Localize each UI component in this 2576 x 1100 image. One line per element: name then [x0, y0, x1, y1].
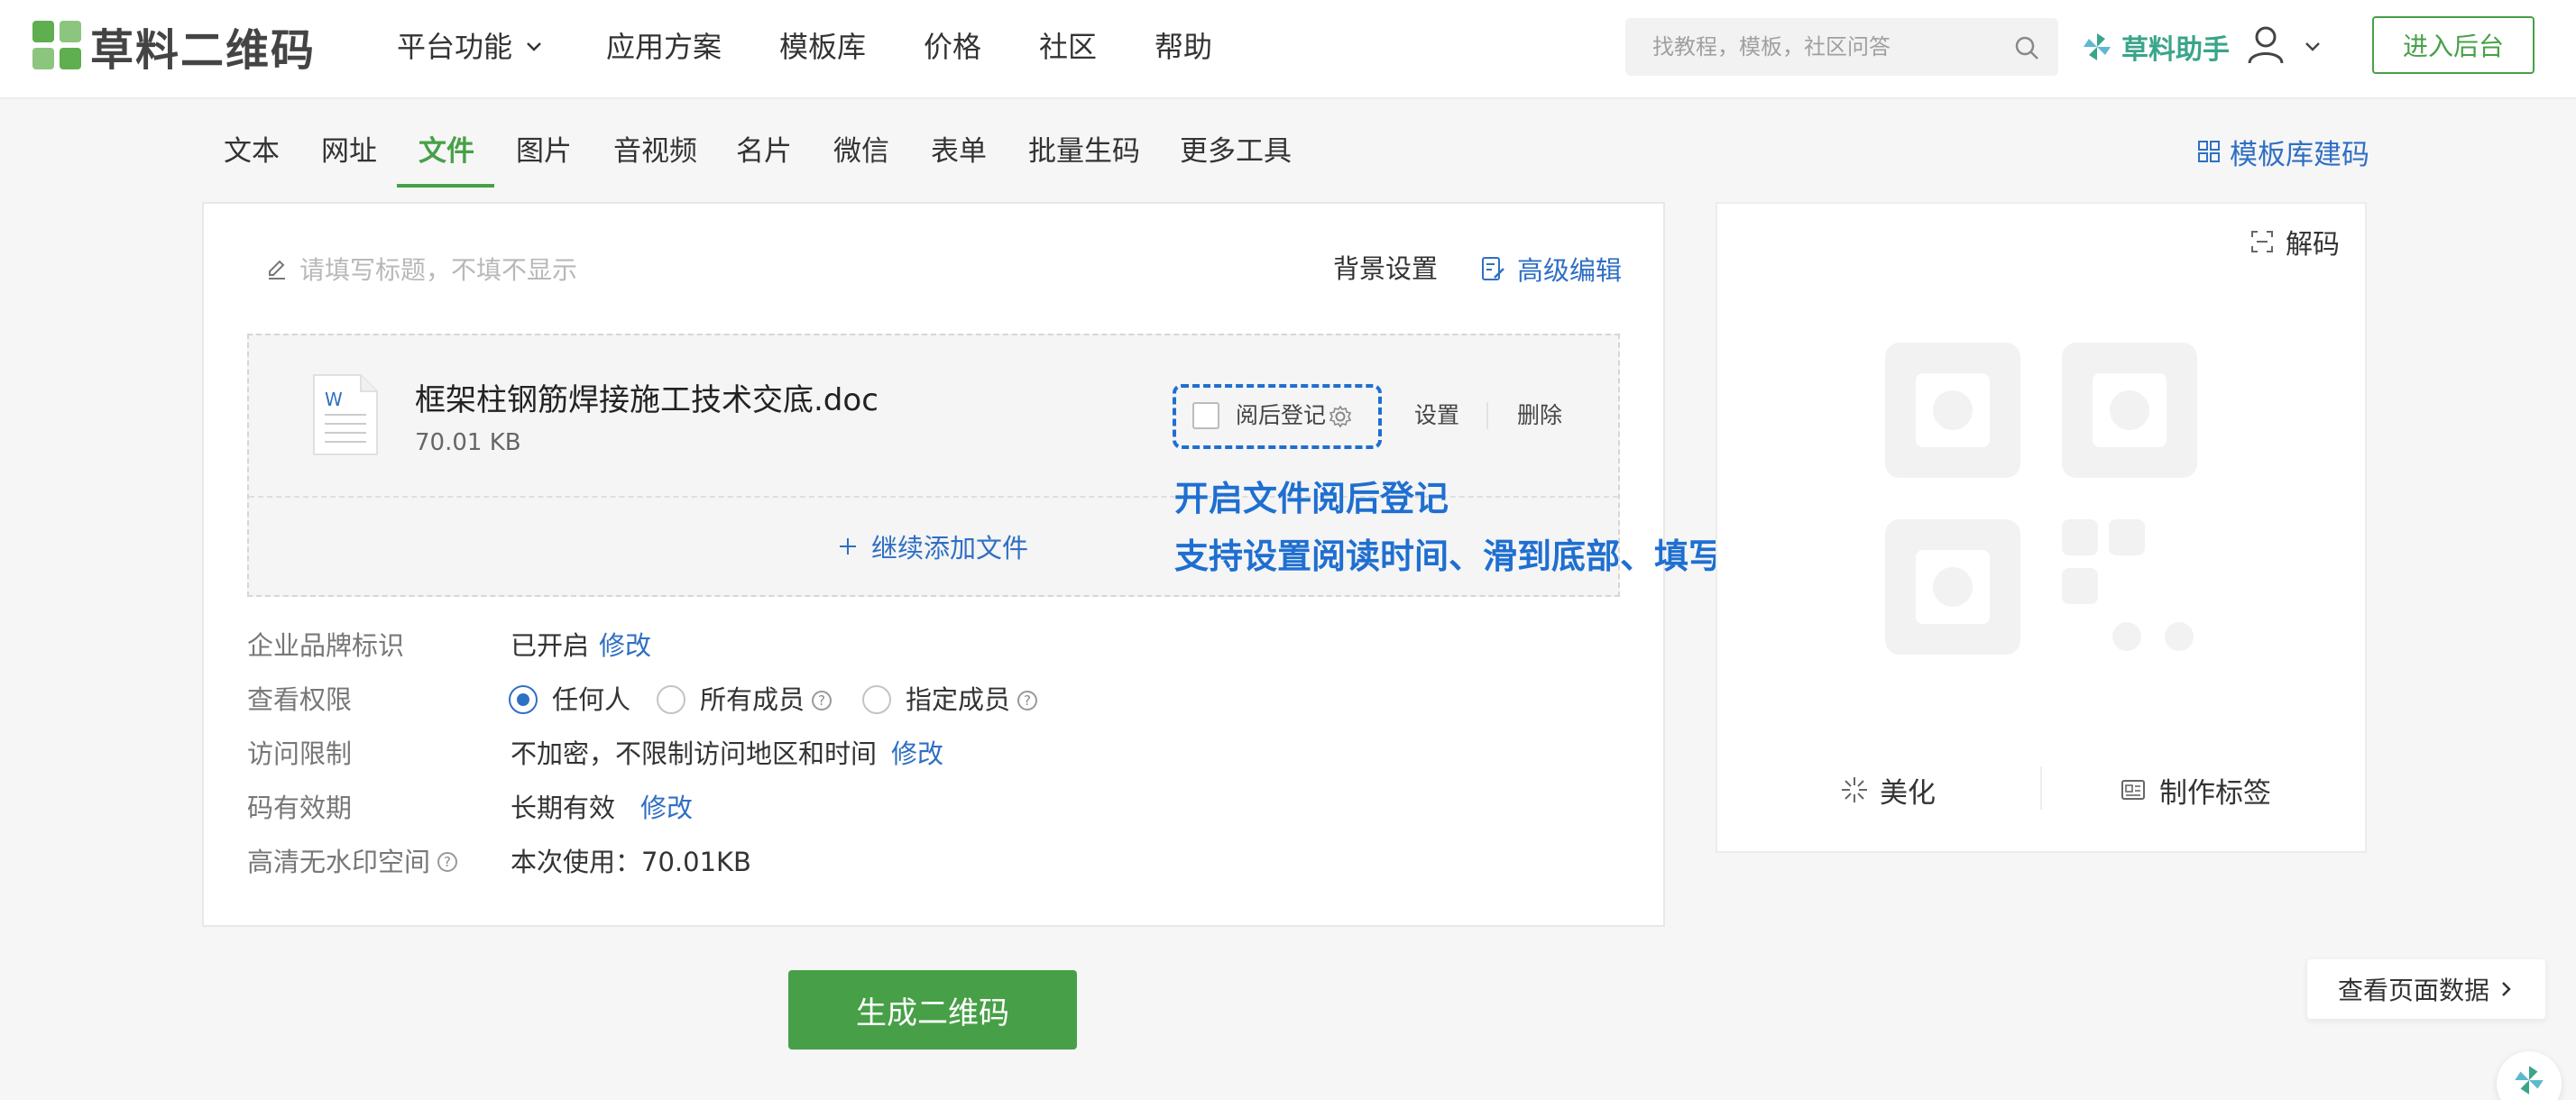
- beautify-label: 美化: [1880, 776, 1936, 810]
- radio-specific-members[interactable]: [862, 685, 891, 714]
- nav-community[interactable]: 社区: [1039, 27, 1097, 67]
- chevron-down-icon: [2305, 42, 2320, 51]
- title-placeholder-text: 请填写标题，不填不显示: [299, 255, 578, 285]
- nav-platform-features[interactable]: 平台功能: [397, 27, 545, 67]
- qr-placeholder-image: [1885, 343, 2197, 655]
- generate-qr-button[interactable]: 生成二维码: [788, 970, 1077, 1050]
- make-label-text: 制作标签: [2159, 776, 2271, 810]
- storage-value: 本次使用：70.01KB: [511, 847, 751, 877]
- search-box: [1625, 18, 2058, 76]
- word-doc-icon: W: [313, 374, 378, 455]
- access-label: 访问限制: [247, 738, 353, 769]
- validity-value: 长期有效: [511, 793, 616, 823]
- view-page-data-label: 查看页面数据: [2337, 976, 2489, 1005]
- view-page-data-button[interactable]: 查看页面数据: [2307, 959, 2545, 1019]
- decode-label: 解码: [2286, 229, 2340, 261]
- logo-text: 草料二维码: [90, 25, 317, 76]
- plus-icon: [840, 538, 856, 555]
- brand-value: 已开启: [511, 630, 590, 661]
- advanced-edit-button[interactable]: 高级编辑: [1479, 251, 1622, 287]
- question-icon[interactable]: ?: [1017, 691, 1037, 710]
- logo-icon: [32, 21, 83, 71]
- label-icon: [2121, 780, 2145, 800]
- add-more-files-button[interactable]: 继续添加文件: [837, 528, 1028, 564]
- search-input[interactable]: [1652, 18, 1995, 76]
- nav-templates[interactable]: 模板库: [779, 27, 866, 67]
- chevron-right-icon: [2502, 982, 2511, 996]
- beautify-button[interactable]: 美化: [1840, 770, 1936, 810]
- template-create-link[interactable]: 模板库建码: [2197, 132, 2369, 171]
- logo[interactable]: 草料二维码: [32, 20, 316, 76]
- make-label-button[interactable]: 制作标签: [2120, 770, 2271, 810]
- tab-batch[interactable]: 批量生码: [1028, 132, 1140, 171]
- access-value: 不加密，不限制访问地区和时间: [511, 738, 878, 769]
- gear-icon[interactable]: [1328, 404, 1353, 429]
- radio-all-members[interactable]: [657, 685, 685, 714]
- permission-label: 查看权限: [247, 684, 353, 715]
- storage-label-row: 高清无水印空间 ?: [247, 844, 458, 880]
- radio-anyone[interactable]: [509, 685, 538, 714]
- svg-text:W: W: [325, 389, 343, 410]
- file-settings-button[interactable]: 设置: [1414, 400, 1459, 431]
- tab-text[interactable]: 文本: [224, 132, 280, 171]
- tab-wechat[interactable]: 微信: [833, 132, 889, 171]
- tab-audio-video[interactable]: 音视频: [613, 132, 697, 171]
- scan-icon: [2251, 231, 2273, 252]
- validity-modify-link[interactable]: 修改: [640, 790, 693, 826]
- tab-file[interactable]: 文件: [419, 132, 474, 171]
- tab-form[interactable]: 表单: [931, 132, 987, 171]
- pinwheel-icon: [2515, 1066, 2544, 1095]
- tab-url[interactable]: 网址: [321, 132, 377, 171]
- enter-admin-button[interactable]: 进入后台: [2372, 16, 2535, 74]
- nav-solutions[interactable]: 应用方案: [606, 27, 722, 67]
- user-icon: [2248, 26, 2284, 64]
- chevron-down-icon: [527, 42, 541, 51]
- helper-label: 草料助手: [2121, 34, 2230, 66]
- add-more-label: 继续添加文件: [871, 533, 1029, 564]
- brand-modify-link[interactable]: 修改: [599, 628, 651, 664]
- radio-specific-members-label[interactable]: 指定成员: [906, 682, 1010, 718]
- question-icon[interactable]: ?: [437, 852, 458, 872]
- pencil-icon: [269, 260, 285, 280]
- radio-anyone-label[interactable]: 任何人: [552, 682, 630, 718]
- question-icon[interactable]: ?: [812, 691, 832, 710]
- sparkle-icon: [1842, 777, 1867, 802]
- tab-business-card[interactable]: 名片: [736, 132, 792, 171]
- callout-title: 开启文件阅后登记: [1174, 479, 1449, 518]
- file-size: 70.01 KB: [415, 429, 521, 456]
- file-delete-button[interactable]: 删除: [1517, 400, 1562, 431]
- file-name: 框架柱钢筋焊接施工技术交底.doc: [415, 382, 879, 418]
- divider: [2040, 766, 2042, 810]
- storage-label: 高清无水印空间: [247, 847, 431, 877]
- background-setting-button[interactable]: 背景设置: [1333, 251, 1438, 287]
- nav-label: 平台功能: [397, 30, 513, 64]
- helper-link[interactable]: 草料助手: [2080, 25, 2230, 69]
- tab-more-tools[interactable]: 更多工具: [1180, 132, 1292, 171]
- separator: [1486, 402, 1488, 429]
- validity-label: 码有效期: [247, 793, 353, 823]
- title-input[interactable]: 请填写标题，不填不显示: [265, 251, 577, 287]
- decode-button[interactable]: 解码: [2249, 222, 2340, 261]
- active-tab-indicator: [397, 184, 494, 188]
- read-register-label[interactable]: 阅后登记: [1236, 400, 1326, 431]
- pinwheel-icon: [2084, 33, 2111, 60]
- read-register-checkbox[interactable]: [1192, 402, 1219, 429]
- grid-icon: [2198, 141, 2220, 162]
- helper-float-button[interactable]: [2497, 1051, 2562, 1100]
- radio-all-members-label[interactable]: 所有成员: [700, 682, 805, 718]
- search-icon[interactable]: [2013, 34, 2040, 61]
- template-link-label: 模板库建码: [2230, 138, 2369, 171]
- advanced-edit-label: 高级编辑: [1517, 255, 1623, 286]
- tab-image[interactable]: 图片: [516, 132, 572, 171]
- nav-help[interactable]: 帮助: [1155, 27, 1212, 67]
- nav-pricing[interactable]: 价格: [924, 27, 981, 67]
- brand-label: 企业品牌标识: [247, 630, 405, 661]
- user-menu[interactable]: [2246, 22, 2327, 72]
- edit-doc-icon: [1482, 257, 1504, 280]
- access-modify-link[interactable]: 修改: [891, 736, 943, 772]
